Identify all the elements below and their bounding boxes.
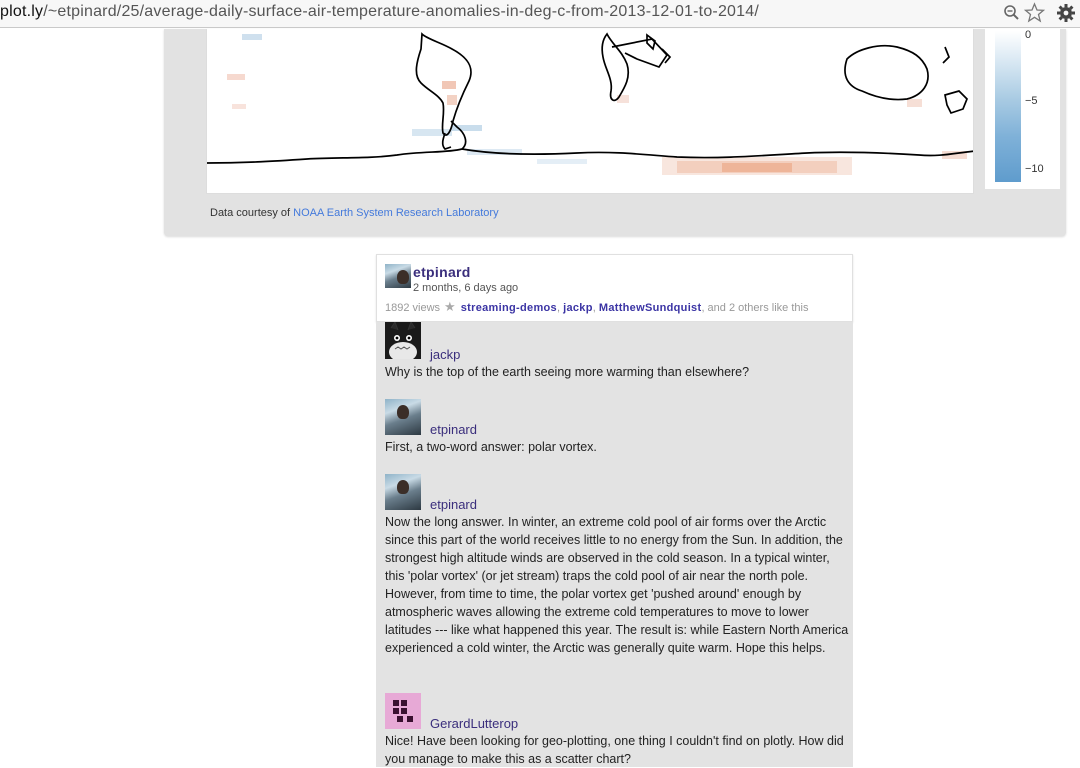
colorbar: 0 −5 −10 <box>985 29 1060 189</box>
post-info-card: etpinard 2 months, 6 days ago 1892 views… <box>376 254 853 322</box>
colorbar-tick-minus10: −10 <box>1025 163 1044 175</box>
temperature-anomaly-map <box>207 32 973 175</box>
coastlines <box>207 32 973 164</box>
view-count: 1892 views <box>385 302 441 314</box>
owner-name-link[interactable]: etpinard <box>413 264 471 280</box>
liker-link[interactable]: jackp <box>563 302 593 314</box>
post-stats: 1892 views ★ streaming-demos, jackp, Matt… <box>385 299 809 314</box>
colorbar-gradient <box>995 31 1021 182</box>
noaa-link[interactable]: NOAA Earth System Research Laboratory <box>293 207 498 219</box>
likes-suffix: , and 2 others like this <box>701 302 809 314</box>
gerard-avatar[interactable] <box>385 693 421 729</box>
comment-text: Nice! Have been looking for geo-plotting… <box>385 734 844 766</box>
comments-section: jackp Why is the top of the earth seeing… <box>376 322 853 767</box>
colorbar-tick-minus5: −5 <box>1025 95 1038 107</box>
colorbar-tick-0: 0 <box>1025 29 1032 41</box>
address-bar[interactable]: plot.ly/~etpinard/25/average-daily-surfa… <box>0 0 1080 28</box>
liker-link[interactable]: MatthewSundquist <box>599 302 702 314</box>
comment-author-link[interactable]: GerardLutterop <box>430 716 518 731</box>
star-icon[interactable]: ★ <box>444 299 456 314</box>
comment-text: Now the long answer. In winter, an extre… <box>385 515 849 655</box>
url-text[interactable]: plot.ly/~etpinard/25/average-daily-surfa… <box>0 3 759 21</box>
comment-text: First, a two-word answer: polar vortex. <box>385 440 597 454</box>
totoro-avatar[interactable] <box>385 322 421 359</box>
settings-wrench-icon[interactable] <box>1056 3 1076 28</box>
credit-prefix: Data courtesy of <box>210 207 294 219</box>
world-map-plot[interactable] <box>206 29 974 194</box>
data-credit: Data courtesy of NOAA Earth System Resea… <box>210 207 499 219</box>
etpinard-avatar[interactable] <box>385 399 421 435</box>
url-path: /~etpinard/25/average-daily-surface-air-… <box>43 3 759 20</box>
anomaly-patches <box>227 34 967 175</box>
liker-link[interactable]: streaming-demos <box>461 302 557 314</box>
url-host: plot.ly <box>0 3 44 20</box>
comment-text: Why is the top of the earth seeing more … <box>385 365 750 379</box>
post-timestamp: 2 months, 6 days ago <box>413 282 519 294</box>
comment-author-link[interactable]: etpinard <box>430 422 477 437</box>
owner-avatar[interactable] <box>385 264 411 288</box>
comment-author-link[interactable]: jackp <box>430 347 460 362</box>
bookmark-star-icon[interactable] <box>1023 2 1046 28</box>
comment-author-link[interactable]: etpinard <box>430 497 477 512</box>
etpinard-avatar[interactable] <box>385 474 421 510</box>
zoom-icon[interactable] <box>1003 4 1021 27</box>
